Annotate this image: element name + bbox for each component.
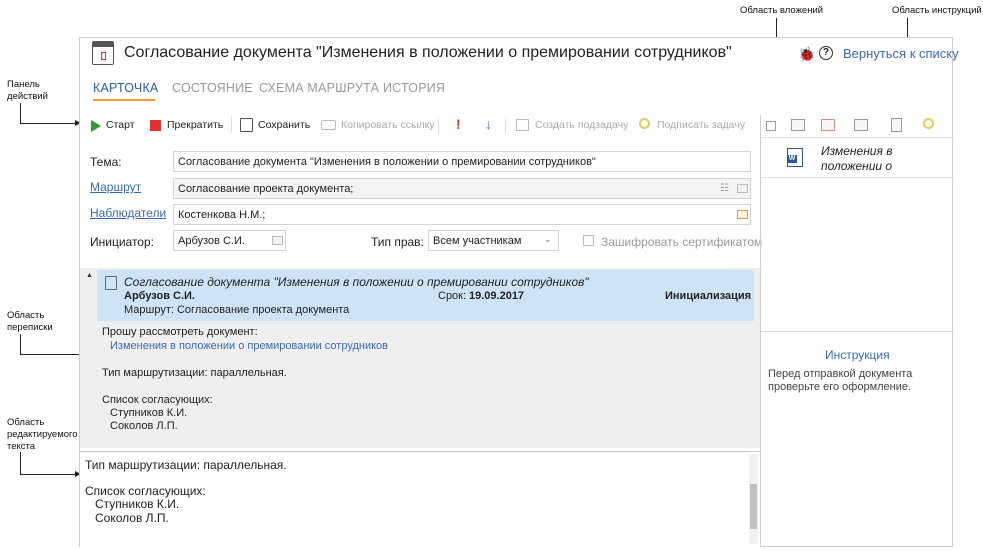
low-priority-icon[interactable]: ↓ xyxy=(485,116,492,132)
observers-input[interactable]: Костенкова Н.М.; xyxy=(173,204,751,225)
route-scheme-icon[interactable]: ☷ xyxy=(720,183,729,194)
subject-input[interactable]: Согласование документа "Изменения в поло… xyxy=(173,151,751,172)
callout-attachments: Область вложений xyxy=(740,5,824,16)
tab-card[interactable]: КАРТОЧКА xyxy=(93,81,158,95)
collapse-triangle-icon[interactable]: ▲ xyxy=(86,272,93,279)
initiator-picker-icon[interactable] xyxy=(272,236,283,245)
subtask-icon xyxy=(516,119,529,131)
editor-line: Список согласующих: xyxy=(85,484,206,498)
encrypt-label: Зашифровать сертификатом xyxy=(601,235,763,249)
callout-line xyxy=(20,334,21,354)
help-icon[interactable]: ? xyxy=(819,46,833,60)
callout-line xyxy=(20,123,76,124)
encrypt-checkbox[interactable] xyxy=(583,235,594,246)
approver-item: Ступников К.И. xyxy=(110,407,188,419)
message-header: Согласование документа "Изменения в поло… xyxy=(97,270,754,321)
active-tab-indicator xyxy=(93,99,155,101)
message-request-text: Прошу рассмотреть документ: xyxy=(102,326,258,338)
window-title: Согласование документа "Изменения в поло… xyxy=(124,44,732,61)
remove-file-icon[interactable] xyxy=(821,119,835,131)
route-input[interactable]: Согласование проекта документа; xyxy=(173,178,751,199)
toolbar-separator xyxy=(505,117,506,133)
observers-link[interactable]: Наблюдатели xyxy=(90,206,166,220)
attach-file-icon[interactable] xyxy=(791,119,805,131)
instructions-text: Перед отправкой документа проверьте его … xyxy=(768,368,913,393)
select-all-checkbox[interactable] xyxy=(766,121,776,131)
instructions-title: Инструкция xyxy=(825,348,890,362)
action-toolbar: Старт Прекратить Сохранить Копировать сс… xyxy=(80,115,760,137)
editor-line: Тип маршрутизации: параллельная. xyxy=(85,458,287,472)
initiator-input[interactable]: Арбузов С.И. xyxy=(173,230,286,251)
rights-label: Тип прав: xyxy=(371,235,424,249)
deadline-value: 19.09.2017 xyxy=(469,290,525,302)
copy-link-button[interactable]: Копировать ссылку xyxy=(341,119,435,131)
message-author: Арбузов С.И. xyxy=(124,290,195,302)
save-icon xyxy=(240,118,253,132)
message-title: Согласование документа "Изменения в поло… xyxy=(124,275,589,289)
start-button[interactable]: Старт xyxy=(106,119,135,131)
observers-picker-icon[interactable] xyxy=(737,210,748,219)
callout-editable-text: Область редактируемого текста xyxy=(7,417,78,452)
copy-link-icon xyxy=(321,120,336,130)
route-picker-icon[interactable] xyxy=(737,184,748,193)
stop-button[interactable]: Прекратить xyxy=(167,119,223,131)
stop-icon xyxy=(150,120,161,131)
callout-correspondence: Область переписки xyxy=(7,310,53,333)
title-bar: Согласование документа "Изменения в поло… xyxy=(80,38,959,72)
divider xyxy=(761,137,953,138)
high-priority-icon[interactable]: ! xyxy=(456,116,461,132)
chevron-down-icon[interactable]: ⌄ xyxy=(544,234,552,245)
right-panel: W Изменения в положении о Инструкция Пер… xyxy=(760,115,953,547)
callout-line xyxy=(20,474,76,475)
correspondence-area: ▲ Согласование документа "Изменения в по… xyxy=(80,268,760,448)
word-file-icon[interactable]: W xyxy=(787,148,803,167)
scan-icon[interactable] xyxy=(854,119,868,131)
sign-badge-icon xyxy=(639,118,650,129)
toolbar-separator xyxy=(438,117,439,133)
route-link[interactable]: Маршрут xyxy=(90,180,141,194)
editor-scrollbar[interactable] xyxy=(749,454,758,544)
divider xyxy=(761,177,953,178)
editor-line: Ступников К.И. xyxy=(95,497,180,511)
approvers-title: Список согласующих: xyxy=(102,394,213,406)
editor-line: Соколов Л.П. xyxy=(95,511,169,525)
callout-action-panel: Панель действий xyxy=(7,79,48,102)
attachment-file-name[interactable]: Изменения в положении о xyxy=(821,144,893,174)
status-text: Инициализация xyxy=(665,290,752,302)
document-task-icon xyxy=(92,41,114,65)
task-doc-icon xyxy=(105,276,117,290)
sign-badge-icon[interactable] xyxy=(923,118,934,129)
back-to-list-link[interactable]: Вернуться к списку xyxy=(843,46,959,61)
tab-state[interactable]: СОСТОЯНИЕ xyxy=(172,81,253,95)
tab-route-scheme[interactable]: СХЕМА МАРШРУТА xyxy=(259,81,379,95)
divider xyxy=(761,331,953,332)
rights-select[interactable]: Всем участникам xyxy=(428,230,559,251)
message-route-line: Маршрут: Согласование проекта документа xyxy=(124,304,350,316)
tab-history[interactable]: ИСТОРИЯ xyxy=(383,81,445,95)
clipboard-icon[interactable] xyxy=(891,118,902,132)
task-window: Согласование документа "Изменения в поло… xyxy=(79,37,959,547)
scrollbar-thumb[interactable] xyxy=(750,484,757,529)
task-form: Тема: Согласование документа "Изменения … xyxy=(80,141,763,266)
sign-task-button[interactable]: Подписать задачу xyxy=(657,119,745,131)
toolbar-separator xyxy=(231,117,232,133)
callout-line xyxy=(20,452,21,474)
deadline-label: Срок: xyxy=(438,290,467,302)
editable-text-area[interactable]: Тип маршрутизации: параллельная. Список … xyxy=(80,451,760,547)
create-subtask-button[interactable]: Создать подзадачу xyxy=(535,119,628,131)
initiator-label: Инициатор: xyxy=(90,235,154,249)
document-link[interactable]: Изменения в положении о премировании сот… xyxy=(110,340,388,352)
subject-label: Тема: xyxy=(90,155,122,169)
callout-line xyxy=(20,103,21,123)
callout-instructions: Область инструкций xyxy=(892,5,982,16)
approver-item: Соколов Л.П. xyxy=(110,420,178,432)
save-button[interactable]: Сохранить xyxy=(258,119,310,131)
routing-type-text: Тип маршрутизации: параллельная. xyxy=(102,367,287,379)
play-icon xyxy=(91,120,101,132)
bug-icon[interactable]: 🐞 xyxy=(798,46,815,63)
